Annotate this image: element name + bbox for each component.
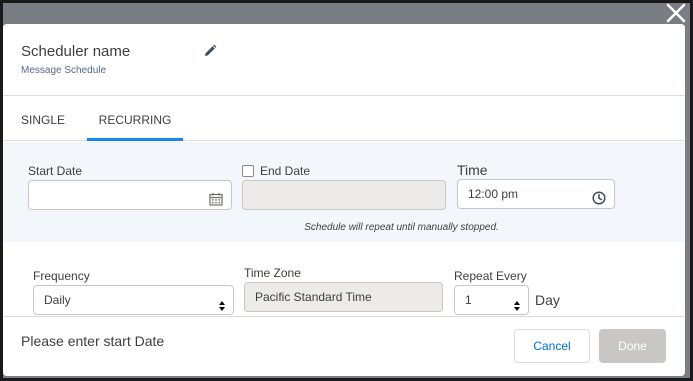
end-date-label: End Date [260, 164, 311, 178]
time-value: 12:00 pm [468, 187, 519, 201]
clock-icon[interactable] [592, 187, 606, 215]
repeat-every-label: Repeat Every [454, 269, 527, 283]
tab-recurring[interactable]: RECURRING [87, 97, 183, 141]
start-date-label: Start Date [28, 164, 83, 178]
timezone-value: Pacific Standard Time [255, 290, 372, 304]
time-input[interactable]: 12:00 pm [457, 179, 615, 209]
end-date-input [242, 180, 446, 210]
frequency-value: Daily [44, 293, 71, 307]
start-date-input[interactable] [28, 180, 232, 210]
tab-bar: SINGLE RECURRING [3, 97, 685, 141]
end-date-checkbox[interactable] [242, 165, 254, 177]
scheduler-name-title: Scheduler name [21, 43, 131, 60]
calendar-icon[interactable] [209, 188, 223, 216]
time-label: Time [457, 162, 488, 178]
timezone-label: Time Zone [244, 266, 301, 280]
timezone-field: Pacific Standard Time [244, 282, 443, 312]
scheduler-subtitle: Message Schedule [21, 65, 107, 76]
modal-footer: Please enter start Date Cancel Done [3, 316, 685, 376]
tab-single[interactable]: SINGLE [21, 97, 83, 141]
select-arrows-icon [514, 294, 520, 311]
close-icon[interactable] [665, 2, 687, 24]
repeat-every-value: 1 [465, 293, 472, 307]
repeat-hint-text: Schedule will repeat until manually stop… [304, 222, 499, 233]
pencil-icon[interactable] [203, 44, 217, 58]
repeat-every-select[interactable]: 1 [454, 285, 529, 315]
frequency-select[interactable]: Daily [33, 285, 234, 315]
recurrence-section: Frequency Daily Time Zone Pacific Standa… [3, 242, 685, 316]
repeat-unit-label: Day [535, 292, 560, 308]
done-button[interactable]: Done [599, 329, 666, 363]
validation-message: Please enter start Date [21, 333, 165, 349]
frequency-label: Frequency [33, 269, 90, 283]
date-time-section: Start Date End Date Time 12:00 pm Schedu… [3, 142, 685, 242]
select-arrows-icon [219, 294, 225, 311]
scheduler-modal: Scheduler name Message Schedule SINGLE R… [3, 24, 685, 376]
cancel-button[interactable]: Cancel [514, 329, 590, 363]
modal-header: Scheduler name Message Schedule [3, 24, 685, 96]
